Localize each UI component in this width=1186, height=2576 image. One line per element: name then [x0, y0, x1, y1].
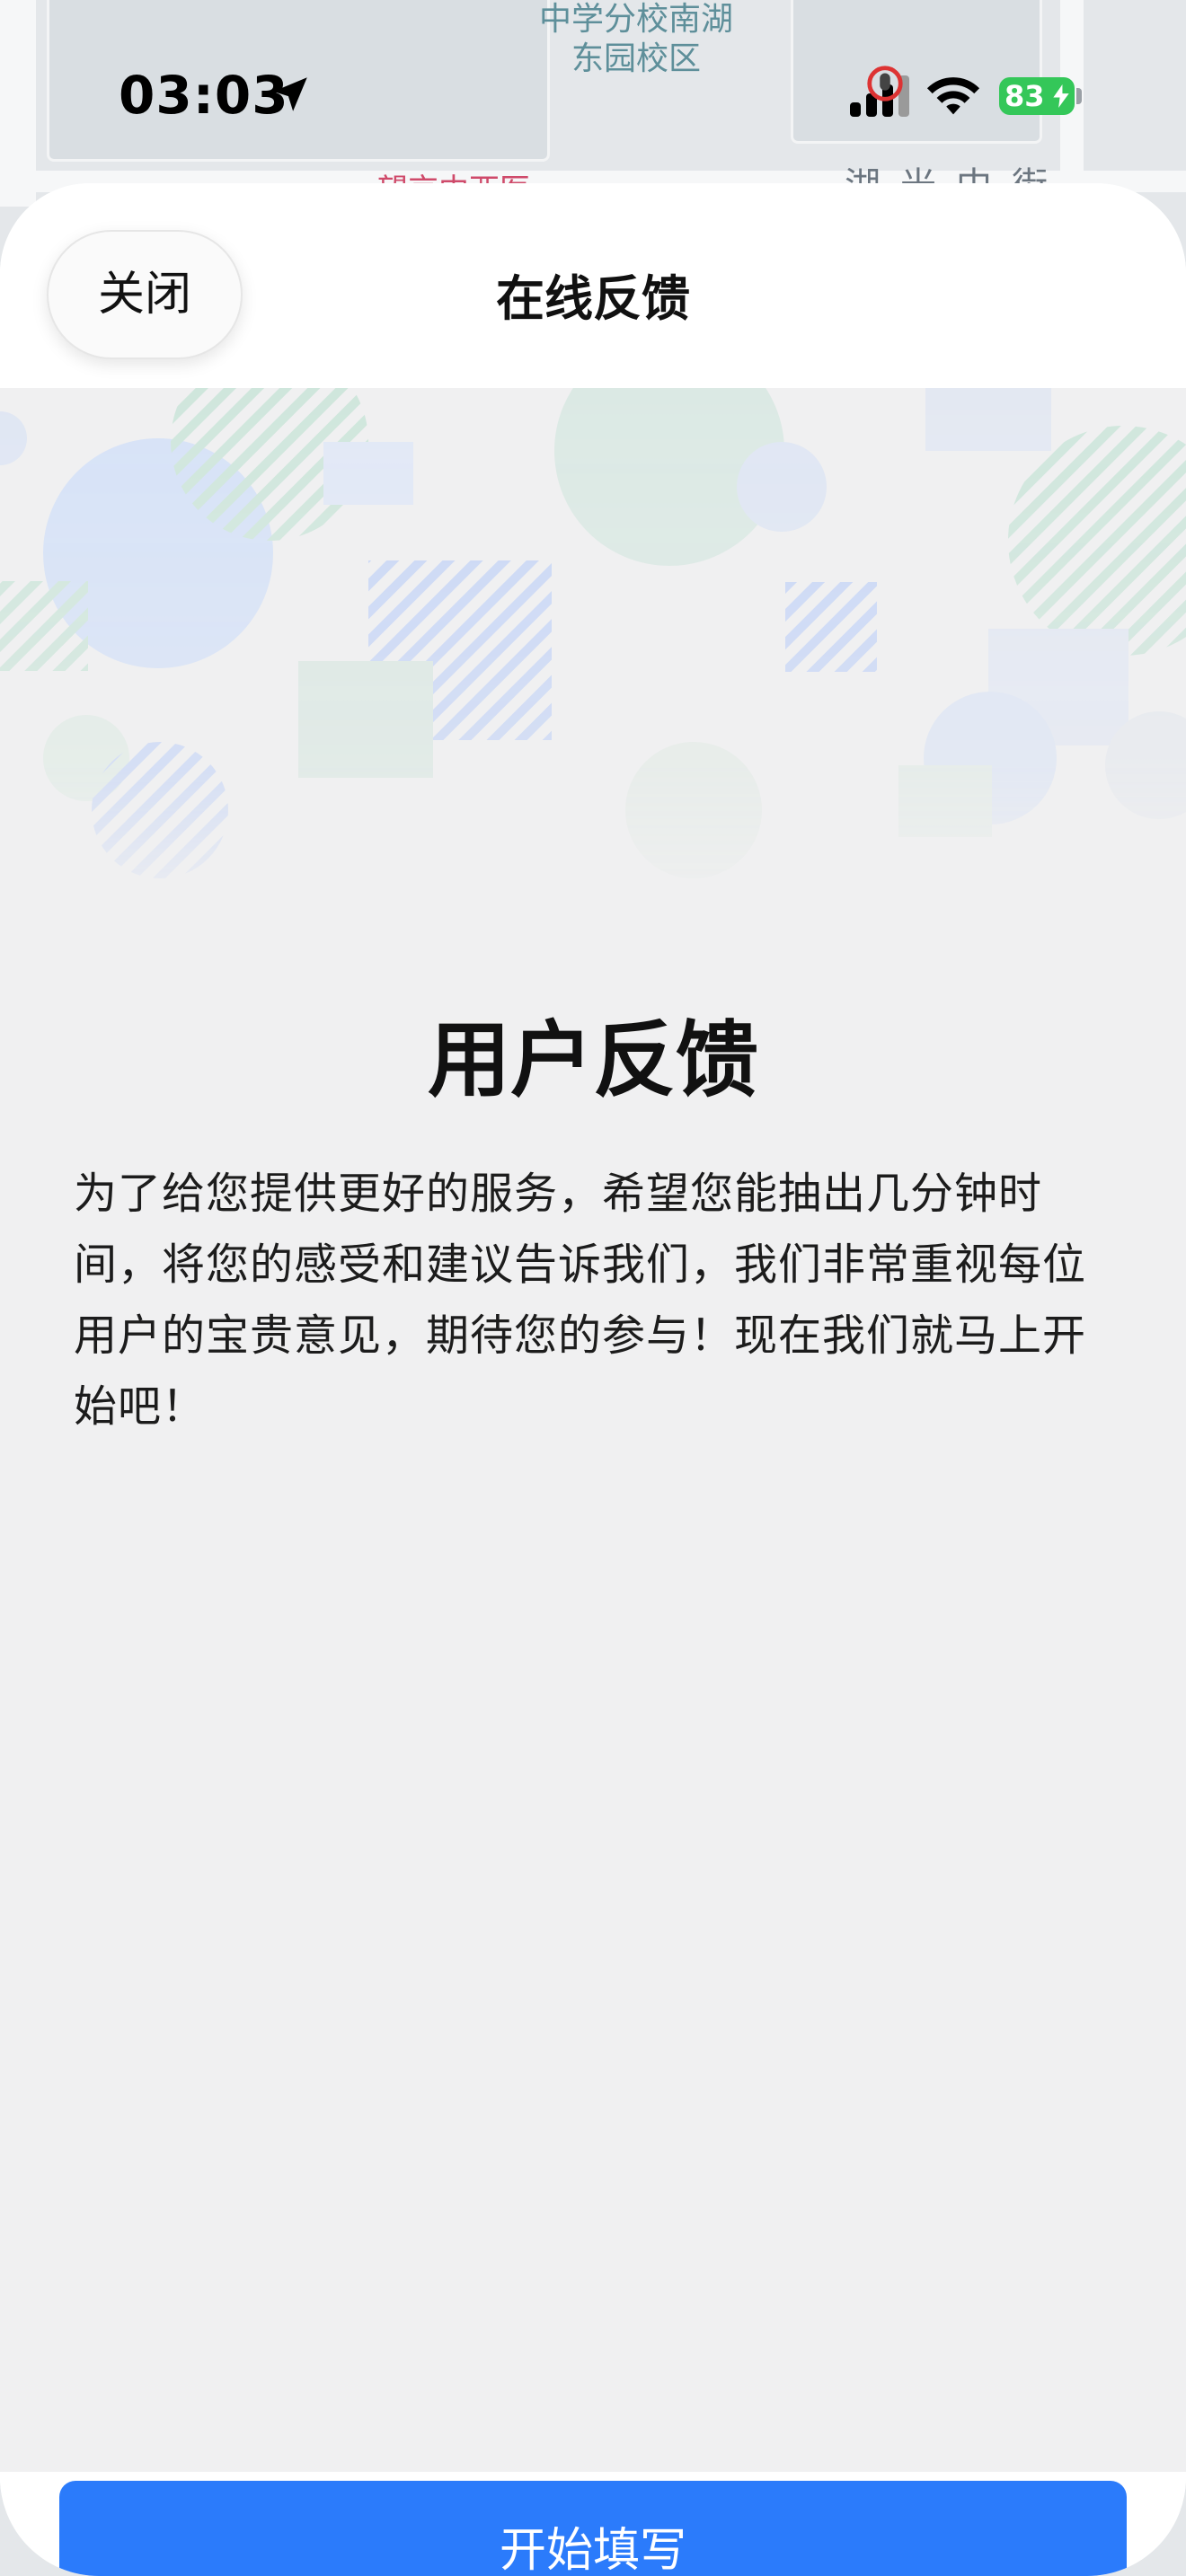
status-bar: 03:03 83 [0, 0, 1186, 180]
status-time: 03:03 [119, 65, 289, 126]
battery-cap [1076, 88, 1082, 104]
feedback-sheet: 关闭 在线反馈 用户反馈 为了给您提供更好的服务，希望您能抽出几分钟时间，将您的… [0, 183, 1186, 2576]
start-filling-button[interactable]: 开始填写 [59, 2481, 1127, 2576]
feedback-heading: 用户反馈 [427, 1012, 758, 1108]
wifi-icon [926, 77, 980, 115]
battery-level: 83 [1005, 79, 1045, 113]
recording-ring-icon [867, 66, 903, 101]
sheet-header: 关闭 在线反馈 [0, 183, 1186, 388]
decorative-banner [0, 388, 1186, 878]
battery-icon: 83 [999, 77, 1075, 115]
feedback-content: 用户反馈 为了给您提供更好的服务，希望您能抽出几分钟时间，将您的感受和建议告诉我… [0, 388, 1186, 2472]
feedback-intro-text: 为了给您提供更好的服务，希望您能抽出几分钟时间，将您的感受和建议告诉我们，我们非… [74, 1169, 1087, 1432]
charging-bolt-icon [1053, 84, 1069, 108]
sheet-title: 在线反馈 [496, 270, 690, 327]
location-arrow-icon [273, 77, 307, 111]
